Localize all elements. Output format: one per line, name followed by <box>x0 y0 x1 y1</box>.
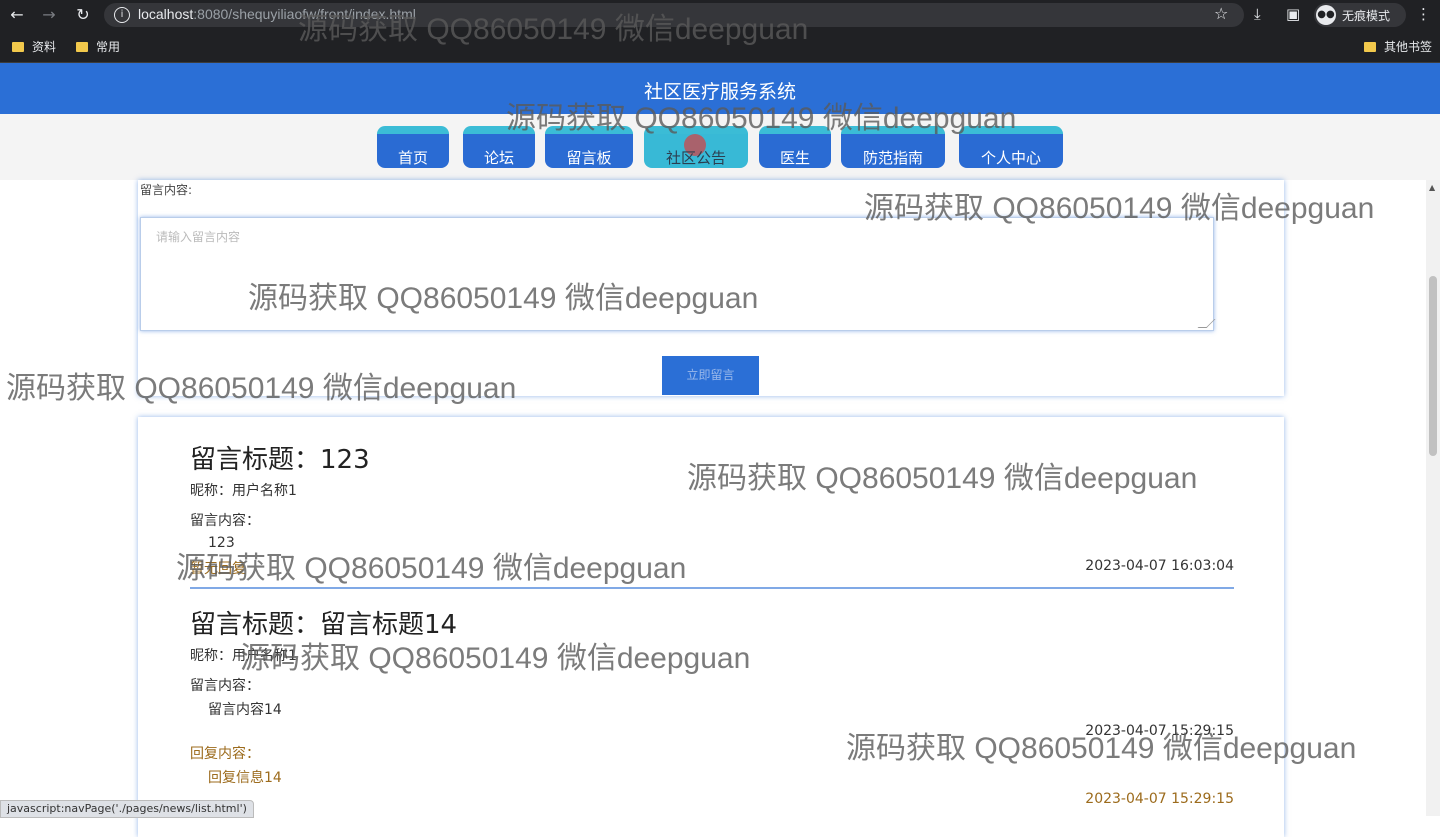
address-bar[interactable]: i localhost:8080/shequyiliaofw/front/ind… <box>104 3 1244 27</box>
reply-content: 回复信息14 <box>208 770 282 786</box>
message-list: 留言标题：123 昵称：用户名称1 留言内容： 123 暂无回复 2023-04… <box>138 417 1284 837</box>
menu-personal-center[interactable]: 个人中心 <box>959 126 1063 168</box>
reply-status[interactable]: 暂无回复 <box>190 558 246 578</box>
message-time: 2023-04-07 15:29:15 <box>1085 723 1234 739</box>
info-icon[interactable]: i <box>114 7 130 23</box>
bookmark-star-icon[interactable]: ☆ <box>1214 4 1228 23</box>
scroll-up-icon[interactable]: ▲ <box>1429 183 1435 192</box>
bookmark-folder-2[interactable]: 常用 <box>76 38 120 55</box>
message-content: 123 <box>208 535 235 551</box>
main-menu: 首页 论坛 留言板 社区公告 医生 防范指南 个人中心 <box>0 114 1440 180</box>
message-time: 2023-04-07 16:03:04 <box>1085 558 1234 574</box>
more-menu-icon[interactable]: ⋮ <box>1416 5 1431 23</box>
menu-home[interactable]: 首页 <box>377 126 449 168</box>
bookmarks-bar: 资料 常用 其他书签 <box>0 30 1440 63</box>
content-label: 留言内容: <box>140 183 193 197</box>
site-header: 社区医疗服务系统 <box>0 63 1440 114</box>
reload-icon[interactable]: ↻ <box>72 4 94 26</box>
message-content-label: 留言内容： <box>190 513 260 529</box>
menu-message-board[interactable]: 留言板 <box>545 126 633 168</box>
message-nickname: 昵称：用户名称1 <box>190 648 297 664</box>
sidebar-icon[interactable]: ▣ <box>1286 5 1300 23</box>
resize-grip-icon[interactable] <box>1197 319 1216 328</box>
incognito-icon: ●● <box>1316 5 1336 25</box>
reply-label: 回复内容： <box>190 746 260 762</box>
other-bookmarks[interactable]: 其他书签 <box>1364 38 1432 55</box>
menu-doctors[interactable]: 医生 <box>759 126 831 168</box>
content-placeholder: 请输入留言内容 <box>156 230 241 244</box>
message-nickname: 昵称：用户名称1 <box>190 483 297 499</box>
message-title: 留言标题：留言标题14 <box>190 610 458 640</box>
menu-announcements[interactable]: 社区公告 <box>644 126 748 168</box>
message-content: 留言内容14 <box>208 702 282 718</box>
back-icon[interactable]: ← <box>6 4 28 26</box>
bookmark-folder-1[interactable]: 资料 <box>12 38 56 55</box>
link-status-bar: javascript:navPage('./pages/news/list.ht… <box>0 800 254 818</box>
browser-toolbar: ← → ↻ i localhost:8080/shequyiliaofw/fro… <box>0 0 1440 30</box>
page-scrollbar[interactable]: ▲ <box>1426 180 1440 816</box>
message-divider <box>190 587 1234 589</box>
submit-message-button[interactable]: 立即留言 <box>662 356 759 395</box>
site-title: 社区医疗服务系统 <box>643 81 796 103</box>
menu-forum[interactable]: 论坛 <box>463 126 535 168</box>
content-textarea[interactable]: 请输入留言内容 <box>140 217 1216 331</box>
message-title: 留言标题：123 <box>190 445 370 475</box>
download-icon[interactable]: ⤓ <box>1254 5 1261 23</box>
incognito-label: 无痕模式 <box>1342 9 1391 23</box>
url-text: localhost:8080/shequyiliaofw/front/index… <box>138 6 416 22</box>
message-form: 留言内容: 请输入留言内容 立即留言 <box>138 180 1284 396</box>
menu-announcements-label: 社区公告 <box>665 149 726 167</box>
scroll-thumb[interactable] <box>1429 276 1437 456</box>
folder-icon <box>12 42 24 52</box>
menu-prevention-guide[interactable]: 防范指南 <box>841 126 945 168</box>
folder-icon <box>76 42 88 52</box>
message-content-label: 留言内容： <box>190 678 260 694</box>
folder-icon <box>1364 42 1376 52</box>
reply-time: 2023-04-07 15:29:15 <box>1085 791 1234 807</box>
incognito-badge[interactable]: ●● 无痕模式 <box>1314 3 1406 27</box>
forward-icon[interactable]: → <box>38 4 60 26</box>
